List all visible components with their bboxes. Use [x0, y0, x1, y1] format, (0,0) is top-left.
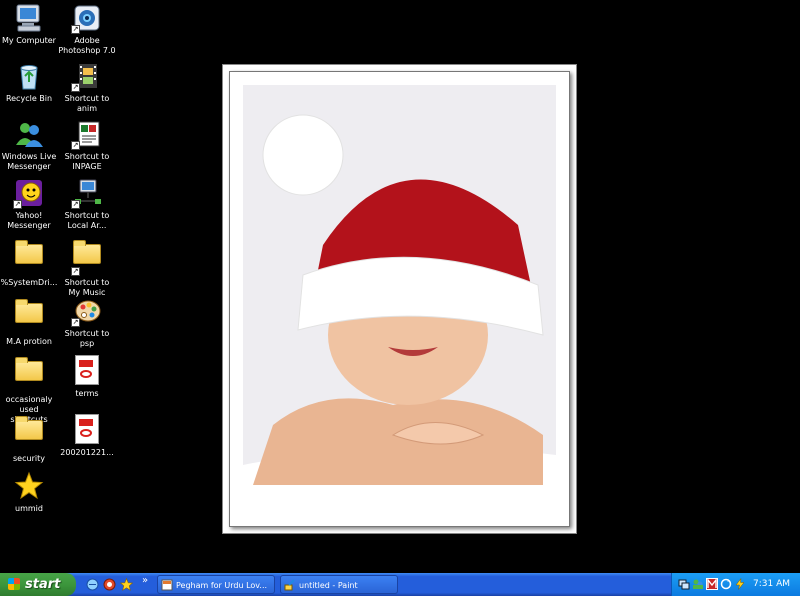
photoshop-eye-icon: ↗: [71, 2, 103, 34]
desktop-icon-label: Shortcut to INPAGE: [64, 152, 110, 171]
star-icon: [13, 470, 45, 502]
folder-icon: [13, 299, 45, 335]
folder-icon: [13, 357, 45, 393]
desktop-icon-label: Recycle Bin: [5, 94, 53, 103]
system-clock[interactable]: 7:31 AM: [753, 573, 790, 596]
folder-icon: [13, 416, 45, 452]
star-quicklaunch-icon[interactable]: [120, 578, 133, 591]
paint-palette-icon: ↗: [71, 295, 103, 327]
desktop-icon-shortcut-my-music[interactable]: ↗ Shortcut to My Music: [58, 236, 116, 298]
pdf-document-icon: [71, 355, 103, 387]
shortcut-arrow-icon: ↗: [71, 267, 80, 276]
desktop-icon-yahoo-messenger[interactable]: ↗ Yahoo! Messenger: [0, 177, 58, 231]
baby-in-santa-hat-picture: [243, 85, 556, 495]
power-tray-icon[interactable]: [734, 578, 746, 590]
refresh-tray-icon[interactable]: [720, 578, 732, 590]
desktop-icon-label: terms: [75, 389, 99, 398]
desktop-icon-terms-pdf[interactable]: terms: [58, 353, 116, 399]
windows-flag-icon: [8, 578, 20, 590]
music-folder-icon: ↗: [71, 240, 103, 276]
system-tray: 7:31 AM: [671, 573, 800, 596]
desktop-icon-recycle-bin[interactable]: Recycle Bin: [0, 60, 58, 104]
pdf-document-icon: [71, 414, 103, 446]
film-strip-icon: ↗: [71, 60, 103, 92]
show-desktop-icon[interactable]: [86, 578, 99, 591]
folder-icon: [13, 240, 45, 276]
taskbar-button-paint[interactable]: untitled - Paint: [280, 575, 398, 594]
desktop-icon-ma-protion-folder[interactable]: M.A protion: [0, 295, 58, 347]
messenger-buddies-icon: [13, 118, 45, 150]
desktop-icon-systemdrive-folder[interactable]: %SystemDri...: [0, 236, 58, 288]
taskbar-button-label: untitled - Paint: [299, 581, 358, 590]
desktop[interactable]: My Computer Recycle Bin Windows Live Mes…: [0, 0, 800, 573]
taskbar: start » Pegham for Urdu Lov... untitled …: [0, 573, 800, 596]
desktop-icon-windows-live-messenger[interactable]: Windows Live Messenger: [0, 118, 58, 172]
shortcut-arrow-icon: ↗: [71, 83, 80, 92]
messenger-tray-icon[interactable]: [692, 578, 704, 590]
desktop-icon-label: Shortcut to anim: [64, 94, 110, 113]
desktop-icon-label: Windows Live Messenger: [1, 152, 57, 171]
desktop-icon-label: 200201221...: [60, 448, 114, 457]
desktop-icon-my-computer[interactable]: My Computer: [0, 2, 58, 46]
start-button[interactable]: start: [0, 573, 76, 596]
taskbar-button-label: Pegham for Urdu Lov...: [176, 581, 268, 590]
desktop-icon-label: Shortcut to Local Ar...: [64, 211, 110, 230]
desktop-icon-security-folder[interactable]: security: [0, 412, 58, 464]
shortcut-arrow-icon: ↗: [71, 200, 80, 209]
yahoo-smiley-icon: ↗: [13, 177, 45, 209]
desktop-icon-adobe-photoshop[interactable]: ↗ Adobe Photoshop 7.0: [58, 2, 116, 56]
desktop-icon-label: ummid: [15, 504, 43, 513]
desktop-icon-shortcut-anim[interactable]: ↗ Shortcut to anim: [58, 60, 116, 114]
shortcut-arrow-icon: ↗: [71, 25, 80, 34]
antivirus-tray-icon[interactable]: [706, 578, 718, 590]
browser-icon[interactable]: [103, 578, 116, 591]
desktop-icon-label: My Computer: [2, 36, 56, 45]
paint-brush-icon: [284, 579, 295, 591]
desktop-icon-label: %SystemDri...: [0, 278, 58, 287]
quick-launch-more-chevron[interactable]: »: [142, 575, 148, 586]
desktop-icon-shortcut-inpage[interactable]: ↗ Shortcut to INPAGE: [58, 118, 116, 172]
shortcut-arrow-icon: ↗: [71, 318, 80, 327]
desktop-icon-label: Shortcut to psp: [64, 329, 110, 348]
inpage-app-icon: ↗: [71, 118, 103, 150]
desktop-icon-ummid[interactable]: ummid: [0, 470, 58, 514]
recycle-bin-icon: [13, 60, 45, 92]
desktop-icon-shortcut-local-area[interactable]: ↗ Shortcut to Local Ar...: [58, 177, 116, 231]
network-computer-icon: ↗: [71, 177, 103, 209]
taskbar-button-pegham[interactable]: Pegham for Urdu Lov...: [157, 575, 275, 594]
my-computer-icon: [13, 2, 45, 34]
shortcut-arrow-icon: ↗: [71, 141, 80, 150]
wallpaper-picture-frame: [222, 64, 577, 534]
desktop-icon-label: Yahoo! Messenger: [7, 211, 51, 230]
desktop-icon-label: Adobe Photoshop 7.0: [58, 36, 116, 55]
start-label: start: [25, 577, 61, 592]
desktop-icon-label: M.A protion: [6, 337, 52, 346]
desktop-icon-shortcut-psp[interactable]: ↗ Shortcut to psp: [58, 295, 116, 349]
desktop-icon-label: security: [13, 454, 45, 463]
shortcut-arrow-icon: ↗: [13, 200, 22, 209]
network-tray-icon[interactable]: [678, 578, 690, 590]
desktop-icon-200201221-pdf[interactable]: 200201221...: [58, 412, 116, 458]
document-window-icon: [161, 579, 173, 591]
